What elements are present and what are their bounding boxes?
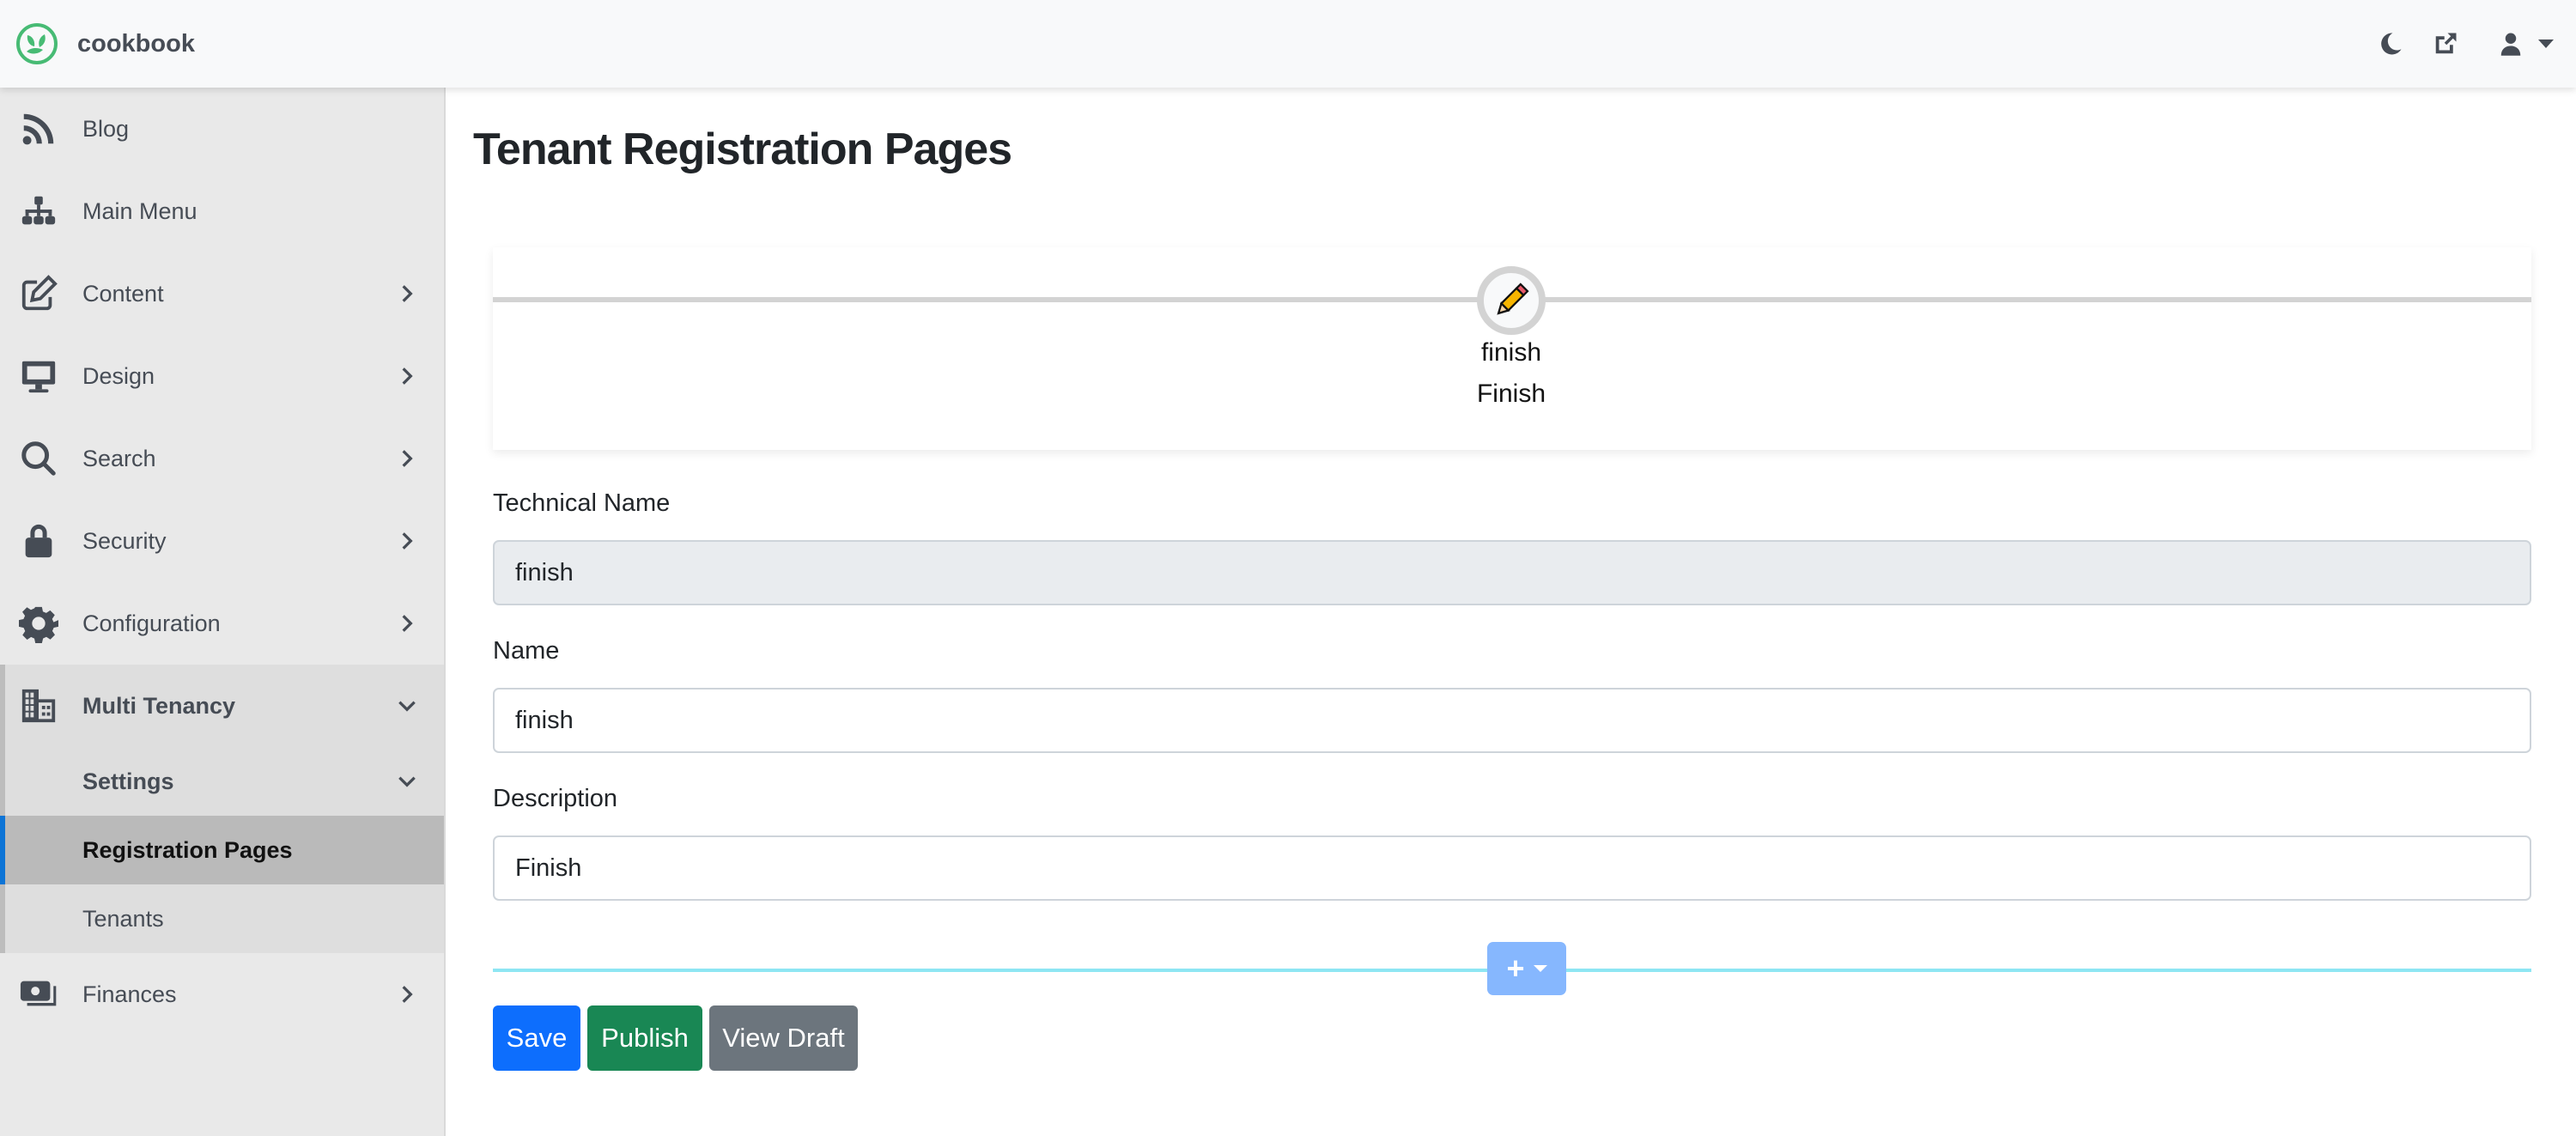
chevron-right-icon <box>396 612 418 635</box>
brand-name: cookbook <box>77 29 195 58</box>
publish-button[interactable]: Publish <box>587 1005 702 1071</box>
sidebar-item-settings[interactable]: Settings <box>5 747 444 816</box>
external-link-icon[interactable] <box>2430 28 2461 59</box>
pencil-icon <box>1497 282 1529 315</box>
search-icon <box>17 437 60 480</box>
cookbook-logo-icon <box>16 23 58 64</box>
sidebar-group-multi-tenancy: Multi Tenancy Settings Registration Page… <box>0 665 444 953</box>
sidebar-item-configuration[interactable]: Configuration <box>0 582 444 665</box>
sidebar-item-label: Search <box>82 445 156 471</box>
lock-icon <box>17 519 60 562</box>
chevron-right-icon <box>396 365 418 387</box>
user-icon <box>2495 28 2526 59</box>
user-menu[interactable] <box>2495 28 2554 59</box>
step-description: Finish <box>1476 380 1546 408</box>
name-input[interactable] <box>493 688 2531 753</box>
description-label: Description <box>493 785 618 812</box>
sidebar-item-label: Blog <box>82 115 130 142</box>
main-content: Tenant Registration Pages finish Finish … <box>447 88 2576 1136</box>
moon-icon[interactable] <box>2375 28 2406 59</box>
registration-stepper: finish Finish <box>493 247 2531 450</box>
step-name: finish <box>1480 338 1542 367</box>
top-navbar: cookbook <box>0 0 2576 88</box>
sidebar-item-design[interactable]: Design <box>0 335 444 417</box>
sidebar-item-label: Finances <box>82 981 177 1007</box>
sitemap-icon <box>17 190 60 233</box>
brand[interactable]: cookbook <box>15 22 195 65</box>
sidebar-item-multi-tenancy[interactable]: Multi Tenancy <box>5 665 444 747</box>
save-button[interactable]: Save <box>493 1005 580 1071</box>
sidebar-item-label: Security <box>82 527 167 554</box>
sidebar-item-search[interactable]: Search <box>0 417 444 500</box>
sidebar-item-security[interactable]: Security <box>0 500 444 582</box>
chevron-down-icon <box>396 770 418 793</box>
sidebar-item-label: Registration Pages <box>82 836 293 863</box>
name-label: Name <box>493 637 560 665</box>
add-block-button[interactable]: + <box>1487 942 1566 995</box>
chevron-right-icon <box>396 983 418 1005</box>
desktop-icon <box>17 355 60 398</box>
technical-name-input[interactable] <box>493 540 2531 605</box>
caret-down-icon <box>1533 965 1547 972</box>
sidebar-item-blog[interactable]: Blog <box>0 88 444 170</box>
sidebar-item-label: Main Menu <box>82 197 197 224</box>
edit-icon <box>17 272 60 315</box>
plus-icon: + <box>1506 951 1525 986</box>
technical-name-label: Technical Name <box>493 489 671 517</box>
view-draft-button[interactable]: View Draft <box>709 1005 858 1071</box>
sidebar-item-label: Configuration <box>82 610 221 636</box>
sidebar-item-label: Design <box>82 362 155 389</box>
chevron-right-icon <box>396 282 418 305</box>
sidebar: Blog Main Menu Content Design Search Sec… <box>0 88 446 1136</box>
building-icon <box>17 684 60 727</box>
money-icon <box>17 973 60 1016</box>
chevron-down-icon <box>396 695 418 717</box>
gear-icon <box>17 602 60 645</box>
sidebar-item-label: Content <box>82 280 164 307</box>
rss-icon <box>17 107 60 150</box>
sidebar-item-label: Tenants <box>82 905 164 932</box>
sidebar-item-main-menu[interactable]: Main Menu <box>0 170 444 252</box>
sidebar-item-content[interactable]: Content <box>0 252 444 335</box>
chevron-right-icon <box>396 447 418 470</box>
sidebar-item-label: Multi Tenancy <box>82 692 236 719</box>
sidebar-item-tenants[interactable]: Tenants <box>5 884 444 953</box>
page-title: Tenant Registration Pages <box>473 125 1012 174</box>
step-node-finish[interactable] <box>1477 266 1546 335</box>
sidebar-item-finances[interactable]: Finances <box>0 953 444 1036</box>
description-input[interactable] <box>493 835 2531 901</box>
sidebar-item-label: Settings <box>82 768 174 794</box>
chevron-right-icon <box>396 530 418 552</box>
sidebar-item-registration-pages[interactable]: Registration Pages <box>0 816 444 884</box>
caret-down-icon <box>2538 39 2554 48</box>
